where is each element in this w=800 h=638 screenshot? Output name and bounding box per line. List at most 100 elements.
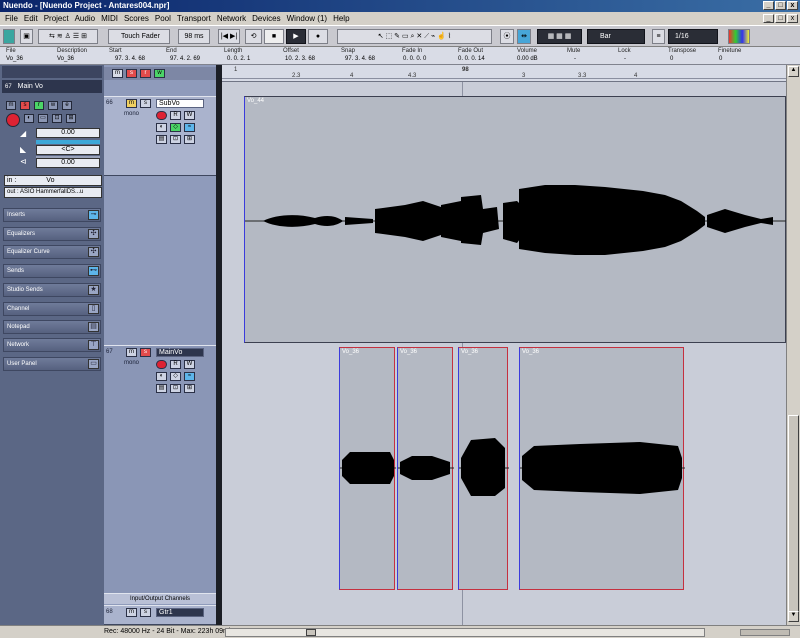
section-channel[interactable]: Channel ▯	[3, 302, 101, 316]
track-folder-button[interactable]: ⊞	[184, 135, 195, 144]
quantize-icon[interactable]: ≡	[652, 29, 665, 44]
track-eq-button[interactable]: ≈	[184, 123, 195, 132]
snap-type-select[interactable]: Bar	[587, 29, 645, 44]
audio-event-subvo[interactable]: Vo_44	[244, 96, 786, 343]
audio-event-mainvo-1[interactable]: Vo_36	[339, 347, 396, 590]
menu-devices[interactable]: Devices	[249, 14, 283, 23]
volume-slider[interactable]	[36, 140, 100, 144]
track-eq-button[interactable]: ≈	[184, 372, 195, 381]
automation-mode-select[interactable]: Touch Fader	[108, 29, 170, 44]
quantize-select[interactable]: 1/16	[668, 29, 718, 44]
notepad-icon[interactable]: ▤	[88, 322, 99, 332]
ruler[interactable]: 1 2.3 4 4.3 98 3 3.3 4	[222, 65, 786, 82]
section-network[interactable]: Network ⊤	[3, 338, 101, 352]
menu-midi[interactable]: MIDI	[98, 14, 121, 23]
edit-tools[interactable]: ↖ ⬚ ✎ ▭ ⌕ ✕ ⟋ ⌁ ☝ ⌇	[337, 29, 492, 44]
track-lock-button[interactable]: ⊡	[170, 384, 181, 393]
inspector-record-button[interactable]	[6, 113, 20, 127]
delay-field[interactable]: 0.00	[36, 158, 100, 168]
track-read-button[interactable]: R	[170, 111, 181, 120]
info-value-mute[interactable]: -	[574, 56, 576, 62]
info-value-transpose[interactable]: 0	[670, 56, 673, 62]
track-record-button[interactable]	[156, 360, 167, 369]
pool-icon[interactable]: ⦿	[500, 29, 514, 44]
inspector-solo-button[interactable]: s	[20, 101, 30, 110]
menu-pool[interactable]: Pool	[152, 14, 174, 23]
global-write-button[interactable]: w	[154, 69, 165, 78]
track-lane-button[interactable]: ◇	[170, 123, 181, 132]
menu-edit[interactable]: Edit	[21, 14, 41, 23]
section-equalizer-curve[interactable]: Equalizer Curve ✣	[3, 245, 101, 259]
grid-type-display[interactable]: ▦ ▦ ▦	[537, 29, 582, 44]
zoom-slider[interactable]	[740, 629, 790, 636]
user-panel-icon[interactable]: ▭	[88, 359, 99, 369]
inspector-read-button[interactable]: r	[34, 101, 44, 110]
equalizers-icon[interactable]: ✣	[88, 229, 99, 239]
audio-event-mainvo-2[interactable]: Vo_36	[397, 347, 454, 590]
inspector-lock-button[interactable]: ⊡	[52, 114, 62, 123]
menu-network[interactable]: Network	[214, 14, 249, 23]
colors-icon[interactable]	[728, 29, 750, 44]
input-routing[interactable]: in : Vo	[4, 175, 102, 186]
inspector-edit-button[interactable]: e	[62, 101, 72, 110]
track-solo-button[interactable]: s	[140, 348, 151, 357]
rewind-buttons[interactable]: |◀ ▶|	[218, 29, 240, 44]
section-equalizers[interactable]: Equalizers ✣	[3, 227, 101, 241]
arrange-window[interactable]: 1 2.3 4 4.3 98 3 3.3 4 Vo_44 Vo_36 Vo_36…	[222, 65, 786, 625]
channel-icon[interactable]: ▯	[88, 304, 99, 314]
inserts-icon[interactable]: ⊸	[88, 210, 99, 220]
info-value-fade-in[interactable]: 0. 0. 0. 0	[403, 56, 426, 62]
track-record-button[interactable]	[156, 111, 167, 120]
scroll-thumb[interactable]	[788, 415, 799, 615]
activate-project-icon[interactable]	[3, 29, 15, 44]
inspector-monitor-button[interactable]: ◐	[24, 114, 34, 123]
h-scroll-thumb[interactable]	[306, 629, 316, 636]
horizontal-scrollbar[interactable]	[225, 628, 705, 637]
info-value-file[interactable]: Vo_36	[6, 56, 23, 62]
stop-button[interactable]: ■	[264, 29, 284, 44]
close-button[interactable]: x	[787, 1, 798, 10]
track-write-button[interactable]: W	[184, 360, 195, 369]
section-user-panel[interactable]: User Panel ▭	[3, 357, 101, 371]
audio-event-mainvo-4[interactable]: Vo_36	[519, 347, 685, 590]
volume-field[interactable]: 0.00	[36, 128, 100, 138]
menu-transport[interactable]: Transport	[174, 14, 214, 23]
minimize-button[interactable]: _	[763, 1, 774, 10]
track-solo-button[interactable]: s	[140, 608, 151, 617]
info-value-offset[interactable]: 10. 2. 3. 68	[285, 56, 315, 62]
studio-sends-icon[interactable]: ★	[88, 285, 99, 295]
info-value-description[interactable]: Vo_36	[57, 56, 74, 62]
info-value-finetune[interactable]: 0	[719, 56, 722, 62]
menu-file[interactable]: File	[2, 14, 21, 23]
menu-audio[interactable]: Audio	[72, 14, 98, 23]
network-icon[interactable]: ⊤	[88, 340, 99, 350]
latency-display[interactable]: 98 ms	[178, 29, 210, 44]
section-notepad[interactable]: Notepad ▤	[3, 320, 101, 334]
track-edit-button[interactable]: ▤	[156, 384, 167, 393]
section-sends[interactable]: Sends ⊷	[3, 264, 101, 278]
track-monitor-button[interactable]: ◐	[156, 372, 167, 381]
track-edit-button[interactable]: ▤	[156, 135, 167, 144]
track-name-field[interactable]: MainVo	[156, 348, 204, 357]
record-button[interactable]: ●	[308, 29, 328, 44]
pan-field[interactable]: <C>	[36, 145, 100, 155]
menu-help[interactable]: Help	[330, 14, 352, 23]
info-value-snap[interactable]: 97. 3. 4. 68	[345, 56, 375, 62]
track-header-gtr1[interactable]: 68 m s Gtr1	[104, 605, 216, 625]
info-value-length[interactable]: 0. 0. 2. 1	[227, 56, 250, 62]
info-value-lock[interactable]: -	[624, 56, 626, 62]
info-value-end[interactable]: 97. 4. 2. 69	[170, 56, 200, 62]
inspector-lane-button[interactable]: ▭	[38, 114, 48, 123]
scroll-up-icon[interactable]: ▲	[788, 66, 799, 77]
global-read-button[interactable]: r	[140, 69, 151, 78]
menu-scores[interactable]: Scores	[121, 14, 152, 23]
track-folder-button[interactable]: ⊞	[184, 384, 195, 393]
doc-maximize-button[interactable]: □	[775, 14, 786, 23]
inspector-write-button[interactable]: w	[48, 101, 58, 110]
scroll-down-icon[interactable]: ▼	[788, 611, 799, 622]
inspector-track-name[interactable]: 67 Main Vo	[2, 80, 102, 93]
menu-window[interactable]: Window (1)	[284, 14, 330, 23]
track-header-subvo[interactable]: 66 m s SubVo mono R W ◐ ◇ ≈ ▤ ⊡ ⊞	[104, 96, 216, 176]
vertical-scrollbar[interactable]: ▲ ▼	[786, 65, 800, 625]
global-solo-button[interactable]: s	[126, 69, 137, 78]
